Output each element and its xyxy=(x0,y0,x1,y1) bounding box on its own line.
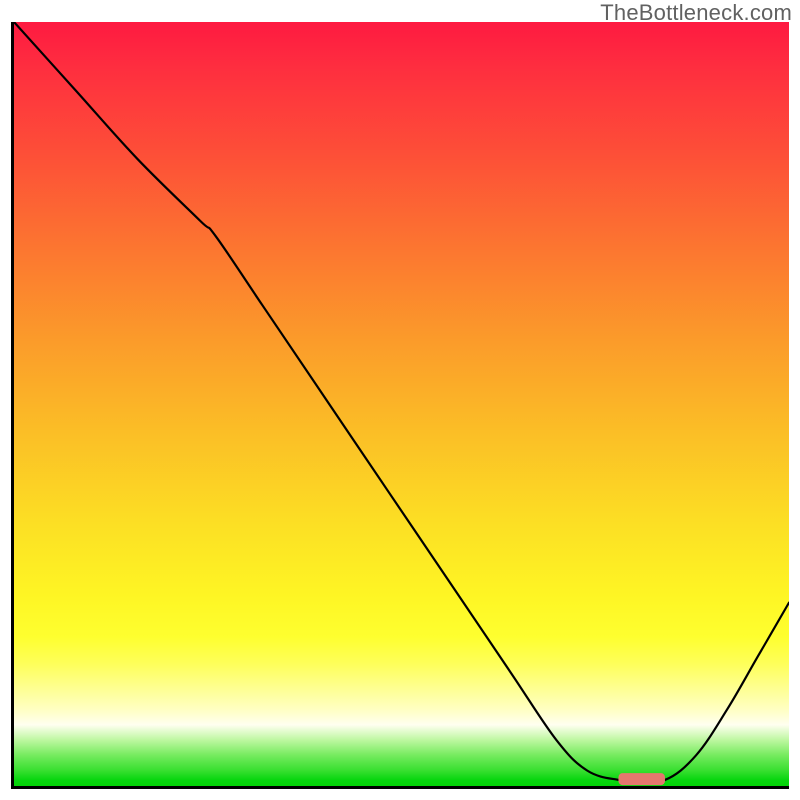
chart-svg xyxy=(14,22,789,786)
optimal-marker xyxy=(618,773,665,785)
bottleneck-curve xyxy=(14,22,789,782)
chart-container: TheBottleneck.com xyxy=(0,0,800,800)
plot-area xyxy=(11,22,789,789)
